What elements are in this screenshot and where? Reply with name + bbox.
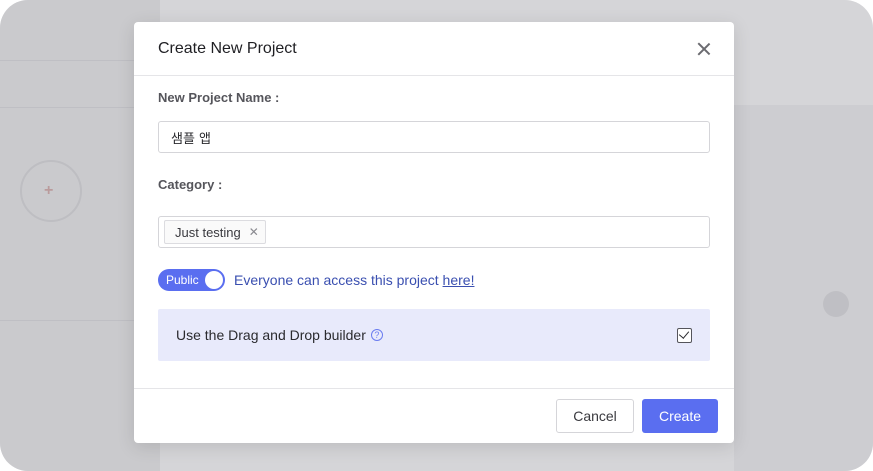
drag-drop-option: Use the Drag and Drop builder ? xyxy=(158,309,710,361)
visibility-description: Everyone can access this project here! xyxy=(234,272,474,288)
create-project-dialog: Create New Project New Project Name : 샘플… xyxy=(134,22,734,443)
public-toggle[interactable]: Public xyxy=(158,269,225,291)
category-tag: Just testing ✕ xyxy=(164,220,266,244)
screen: + Create New Project New Project Name : … xyxy=(0,0,873,471)
public-toggle-label: Public xyxy=(166,273,199,287)
dialog-header: Create New Project xyxy=(134,22,734,76)
tag-remove-icon[interactable]: ✕ xyxy=(249,225,259,239)
drag-drop-checkbox[interactable] xyxy=(677,327,692,343)
visibility-description-text: Everyone can access this project xyxy=(234,272,443,288)
project-name-label: New Project Name : xyxy=(158,90,280,105)
drag-drop-label: Use the Drag and Drop builder xyxy=(176,327,366,343)
project-name-input[interactable]: 샘플 앱 xyxy=(158,121,710,153)
category-label: Category : xyxy=(158,177,223,192)
visibility-link[interactable]: here! xyxy=(443,272,475,288)
drag-drop-label-group: Use the Drag and Drop builder ? xyxy=(176,327,383,343)
cancel-button[interactable]: Cancel xyxy=(556,399,634,433)
help-icon[interactable]: ? xyxy=(370,329,383,341)
dialog-body: New Project Name : 샘플 앱 Category : Just … xyxy=(134,76,734,361)
close-icon[interactable] xyxy=(696,41,712,57)
create-button[interactable]: Create xyxy=(642,399,718,433)
toggle-knob xyxy=(205,271,223,289)
visibility-row: Public Everyone can access this project … xyxy=(158,269,710,291)
dialog-footer: Cancel Create xyxy=(134,388,734,443)
dialog-title: Create New Project xyxy=(158,39,297,57)
category-input[interactable]: Just testing ✕ xyxy=(158,216,710,248)
category-tag-label: Just testing xyxy=(175,224,241,240)
